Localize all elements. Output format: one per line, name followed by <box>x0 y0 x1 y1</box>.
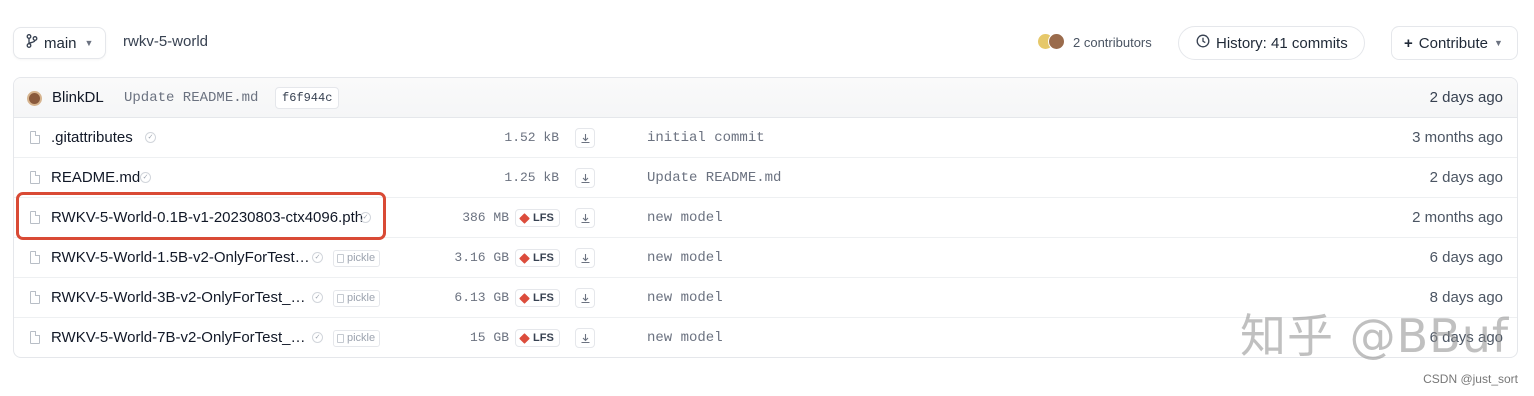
safe-check-icon: ✓ <box>145 132 156 143</box>
history-label: History: 41 commits <box>1216 34 1348 52</box>
file-commit-message[interactable]: new model <box>647 290 723 306</box>
file-row: RWKV-5-World-0.1B-v1-20230803-ctx4096.pt… <box>14 198 1517 238</box>
pickle-label: pickle <box>347 332 376 344</box>
file-icon <box>30 251 40 264</box>
file-name[interactable]: RWKV-5-World-3B-v2-OnlyForTest_… <box>51 289 306 306</box>
file-icon <box>30 131 40 144</box>
contributors-link[interactable]: 2 contributors <box>1037 33 1152 51</box>
download-icon <box>581 293 589 303</box>
file-name[interactable]: RWKV-5-World-1.5B-v2-OnlyForTest… <box>51 249 310 266</box>
download-button[interactable] <box>575 208 595 228</box>
file-size: 1.52 kB <box>504 130 559 145</box>
file-commit-message[interactable]: new model <box>647 330 723 346</box>
download-icon <box>581 213 589 223</box>
commit-hash[interactable]: f6f944c <box>275 87 340 109</box>
pickle-badge: pickle <box>333 250 381 267</box>
lfs-gem-icon <box>519 292 530 304</box>
download-button[interactable] <box>575 288 595 308</box>
file-size: 3.16 GB <box>454 250 509 265</box>
download-button[interactable] <box>575 328 595 348</box>
clock-icon <box>1196 34 1210 52</box>
lfs-badge: LFS <box>515 289 560 307</box>
lfs-badge: LFS <box>515 249 560 267</box>
pickle-label: pickle <box>347 252 376 264</box>
file-name[interactable]: RWKV-5-World-0.1B-v1-20230803-ctx4096.pt… <box>51 209 363 226</box>
file-size: 386 MB <box>462 210 509 225</box>
last-commit-row: BlinkDL Update README.md f6f944c 2 days … <box>14 78 1517 118</box>
download-icon <box>581 133 589 143</box>
plus-icon: + <box>1404 34 1413 52</box>
avatar <box>27 91 42 106</box>
file-commit-message[interactable]: initial commit <box>647 130 765 146</box>
pickle-icon <box>337 254 344 263</box>
csdn-watermark: CSDN @just_sort <box>1423 372 1518 386</box>
lfs-label: LFS <box>533 292 554 304</box>
lfs-gem-icon <box>519 212 530 224</box>
download-button[interactable] <box>575 168 595 188</box>
lfs-gem-icon <box>519 252 530 264</box>
pickle-badge: pickle <box>333 330 381 347</box>
repo-header: main ▼ rwkv-5-world 2 contributors Histo… <box>0 0 1534 86</box>
branch-selector[interactable]: main ▼ <box>13 27 106 59</box>
contributors-count: 2 contributors <box>1073 34 1152 50</box>
file-size: 6.13 GB <box>454 290 509 305</box>
lfs-label: LFS <box>533 332 554 344</box>
commit-message[interactable]: Update README.md <box>124 90 258 106</box>
branch-icon <box>26 34 38 52</box>
file-commit-message[interactable]: new model <box>647 210 723 226</box>
lfs-label: LFS <box>533 212 554 224</box>
lfs-label: LFS <box>533 252 554 264</box>
branch-label: main <box>44 34 77 52</box>
chevron-down-icon: ▼ <box>84 38 94 48</box>
file-row: .gitattributes ✓ 1.52 kB initial commit … <box>14 118 1517 158</box>
file-time: 6 days ago <box>1429 249 1503 266</box>
commit-author[interactable]: BlinkDL <box>52 89 104 106</box>
download-icon <box>581 253 589 263</box>
file-name[interactable]: .gitattributes <box>51 129 133 146</box>
file-size: 15 GB <box>469 330 509 345</box>
pickle-badge: pickle <box>333 290 381 307</box>
avatar <box>1048 33 1065 50</box>
file-time: 2 days ago <box>1429 169 1503 186</box>
safe-check-icon: ✓ <box>140 172 151 183</box>
file-commit-message[interactable]: Update README.md <box>647 170 781 186</box>
file-row: README.md ✓ 1.25 kB Update README.md 2 d… <box>14 158 1517 198</box>
download-icon <box>581 333 589 343</box>
file-name[interactable]: README.md <box>51 169 140 186</box>
file-name[interactable]: RWKV-5-World-7B-v2-OnlyForTest_… <box>51 329 306 346</box>
safe-check-icon: ✓ <box>312 292 323 303</box>
repo-path[interactable]: rwkv-5-world <box>123 33 208 50</box>
safe-check-icon: ✓ <box>312 252 323 263</box>
pickle-icon <box>337 294 344 303</box>
contribute-button[interactable]: + Contribute ▼ <box>1391 26 1518 60</box>
pickle-icon <box>337 334 344 343</box>
lfs-badge: LFS <box>515 209 560 227</box>
file-commit-message[interactable]: new model <box>647 250 723 266</box>
file-size: 1.25 kB <box>504 170 559 185</box>
file-icon <box>30 211 40 224</box>
chevron-down-icon: ▼ <box>1493 38 1503 48</box>
file-icon <box>30 171 40 184</box>
contributor-avatars <box>1037 33 1067 51</box>
download-button[interactable] <box>575 248 595 268</box>
lfs-gem-icon <box>519 332 530 344</box>
download-icon <box>581 173 589 183</box>
pickle-label: pickle <box>347 292 376 304</box>
file-time: 3 months ago <box>1412 129 1503 146</box>
commit-time: 2 days ago <box>1429 89 1503 106</box>
download-button[interactable] <box>575 128 595 148</box>
file-icon <box>30 291 40 304</box>
file-time: 2 months ago <box>1412 209 1503 226</box>
lfs-badge: LFS <box>515 329 560 347</box>
zhihu-watermark: 知乎 @BBuf <box>1240 309 1510 363</box>
safe-check-icon: ✓ <box>312 332 323 343</box>
contribute-label: Contribute <box>1418 34 1488 52</box>
safe-check-icon: ✓ <box>360 212 371 223</box>
file-icon <box>30 331 40 344</box>
file-row: RWKV-5-World-1.5B-v2-OnlyForTest… ✓ pick… <box>14 238 1517 278</box>
history-button[interactable]: History: 41 commits <box>1178 26 1365 60</box>
